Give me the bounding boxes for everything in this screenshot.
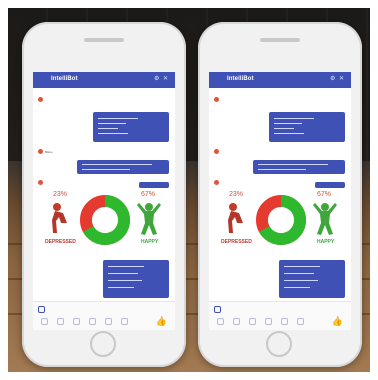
bot-avatar-icon [38, 149, 43, 154]
message-line [98, 128, 118, 129]
user-message-bubble [93, 112, 169, 142]
option-line [108, 280, 142, 281]
location-icon[interactable] [121, 318, 128, 325]
phone-speaker [260, 38, 300, 42]
user-message-bubble [139, 182, 169, 188]
attach-icon[interactable] [38, 306, 45, 313]
sticker-icon[interactable] [249, 318, 256, 325]
message-line [274, 123, 302, 124]
message-line [258, 169, 306, 170]
gif-icon[interactable] [265, 318, 272, 325]
close-icon[interactable]: ✕ [339, 76, 345, 82]
option-line [284, 266, 320, 267]
chat-title: IntelliBot [227, 76, 254, 82]
depressed-percent: 23% [53, 191, 68, 198]
happy-figure-icon [313, 203, 337, 235]
message-line [98, 123, 126, 124]
sticker-icon[interactable] [73, 318, 80, 325]
option-line [284, 280, 318, 281]
mic-icon[interactable] [281, 318, 288, 325]
mood-summary: 23% DEPRESSED 67% HAPPY [209, 189, 351, 261]
bot-avatar-icon [214, 149, 219, 154]
message-input-bar[interactable]: 👍 [209, 301, 351, 330]
bot-avatar-icon [38, 180, 43, 185]
photo-background: IntelliBot ⚙ ✕ Blake 23% DEPRESSED 67% H… [8, 8, 370, 372]
option-line [108, 273, 138, 274]
phone-speaker [84, 38, 124, 42]
message-line [274, 133, 304, 134]
chat-screen: IntelliBot ⚙ ✕ Blake 23% DEPRESSED 67% H… [33, 72, 175, 330]
image-icon[interactable] [233, 318, 240, 325]
camera-icon[interactable] [41, 318, 48, 325]
chat-header: IntelliBot ⚙ ✕ [33, 72, 175, 88]
message-line [98, 118, 138, 119]
camera-icon[interactable] [217, 318, 224, 325]
bot-avatar-icon [214, 97, 219, 102]
like-icon[interactable]: 👍 [332, 316, 343, 327]
chat-screen: IntelliBot ⚙ ✕ 23% DEPRESSED 67% HAPPY 👍 [209, 72, 351, 330]
message-line [98, 133, 128, 134]
mic-icon[interactable] [105, 318, 112, 325]
message-line [82, 164, 152, 165]
message-line [258, 164, 328, 165]
like-icon[interactable]: 👍 [156, 316, 167, 327]
message-line [82, 169, 130, 170]
settings-icon[interactable]: ⚙ [330, 76, 336, 82]
mood-donut [256, 195, 306, 245]
user-message-bubble [77, 160, 169, 174]
happy-percent: 67% [141, 191, 156, 198]
close-icon[interactable]: ✕ [163, 76, 169, 82]
mood-summary: 23% DEPRESSED 67% HAPPY [33, 189, 175, 261]
image-icon[interactable] [57, 318, 64, 325]
settings-icon[interactable]: ⚙ [154, 76, 160, 82]
home-button[interactable] [266, 331, 292, 357]
depressed-figure-icon [52, 203, 67, 233]
donut-hole [92, 207, 118, 233]
phone-left: IntelliBot ⚙ ✕ Blake 23% DEPRESSED 67% H… [22, 22, 186, 367]
happy-figure-icon [137, 203, 161, 235]
happy-percent: 67% [317, 191, 332, 198]
depressed-figure-icon [228, 203, 243, 233]
depressed-percent: 23% [229, 191, 244, 198]
user-message-bubble [253, 160, 345, 174]
mood-donut [80, 195, 130, 245]
attach-icon[interactable] [214, 306, 221, 313]
user-message-bubble [269, 112, 345, 142]
phone-right: IntelliBot ⚙ ✕ 23% DEPRESSED 67% HAPPY 👍 [198, 22, 362, 367]
depressed-label: DEPRESSED [221, 239, 252, 245]
depressed-label: DEPRESSED [45, 239, 76, 245]
option-line [108, 287, 134, 288]
chat-header: IntelliBot ⚙ ✕ [209, 72, 351, 88]
options-bubble[interactable] [103, 260, 169, 298]
option-line [108, 266, 144, 267]
happy-label: HAPPY [317, 239, 335, 245]
chat-title: IntelliBot [51, 76, 78, 82]
message-line [274, 128, 294, 129]
happy-label: HAPPY [141, 239, 159, 245]
options-bubble[interactable] [279, 260, 345, 298]
donut-hole [268, 207, 294, 233]
bot-avatar-icon [38, 97, 43, 102]
location-icon[interactable] [297, 318, 304, 325]
option-line [284, 287, 310, 288]
bot-label: Blake [45, 150, 53, 154]
bot-avatar-icon [214, 180, 219, 185]
option-line [284, 273, 314, 274]
home-button[interactable] [90, 331, 116, 357]
gif-icon[interactable] [89, 318, 96, 325]
message-input-bar[interactable]: 👍 [33, 301, 175, 330]
message-line [274, 118, 314, 119]
user-message-bubble [315, 182, 345, 188]
